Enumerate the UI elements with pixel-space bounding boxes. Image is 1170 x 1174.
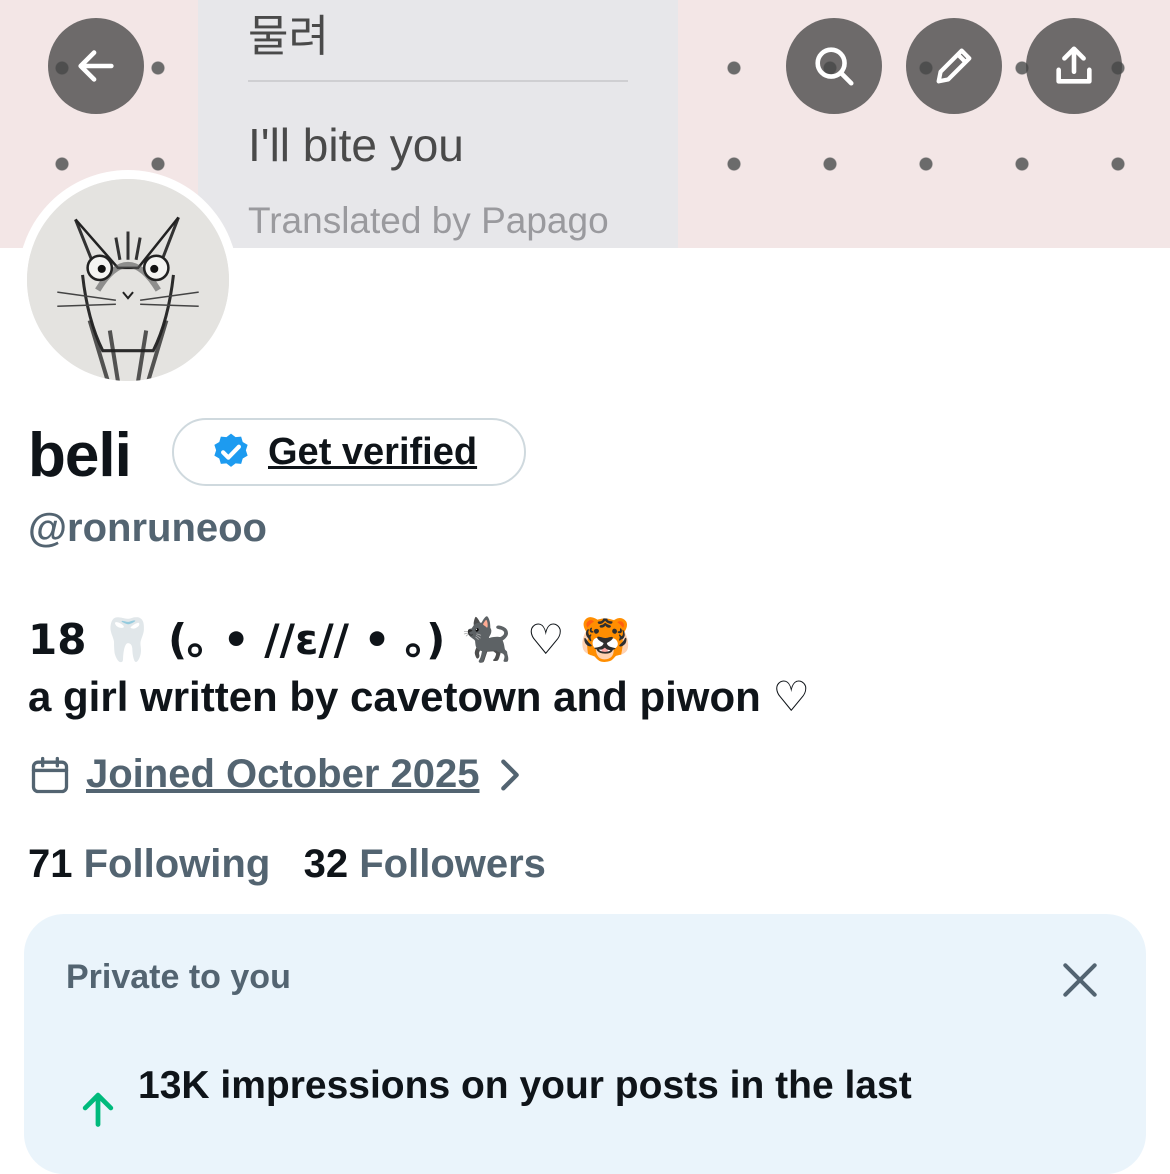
following-count: 71 [28, 842, 73, 886]
share-button[interactable] [1026, 18, 1122, 114]
get-verified-button[interactable]: Get verified [172, 418, 526, 486]
arrow-left-icon [78, 50, 114, 82]
bio-line-1: 18 🦷 (｡ • //ε// • ｡) 🐈‍⬛ ♡ 🐯 [28, 615, 632, 664]
search-icon [815, 47, 854, 86]
verified-badge-icon [214, 433, 248, 467]
avatar-image [27, 179, 229, 381]
chevron-right-icon [501, 759, 520, 790]
banner-credit-text: Translated by Papago [248, 200, 609, 241]
banner-translation-text: I'll bite you [248, 119, 464, 171]
private-card-title: Private to you [66, 958, 291, 996]
back-button[interactable] [48, 18, 144, 114]
calendar-icon [31, 756, 69, 793]
followers-link[interactable]: 32 Followers [304, 842, 546, 886]
pencil-icon [936, 48, 972, 84]
edit-button[interactable] [906, 18, 1002, 114]
avatar[interactable] [18, 170, 238, 390]
followers-label: Followers [359, 842, 546, 886]
banner-screenshot: 물려 I'll bite you Translated by Papago [198, 0, 678, 248]
joined-date-text: Joined October 2025 [86, 752, 480, 796]
bio-line-2: a girl written by cavetown and piwon ♡ [28, 673, 811, 720]
follow-stats: 71 Following 32 Followers [28, 842, 546, 887]
private-insights-card[interactable]: Private to you 13K impressions on your p… [24, 914, 1146, 1174]
banner-divider [248, 80, 628, 82]
joined-date-link[interactable]: Joined October 2025 [28, 752, 527, 797]
arrow-up-icon [82, 1092, 114, 1127]
following-link[interactable]: 71 Following [28, 842, 270, 886]
display-name: beli [28, 421, 132, 490]
followers-count: 32 [303, 842, 349, 886]
cat-sketch-image [27, 179, 229, 381]
user-handle: @ronruneoo [28, 506, 267, 550]
close-icon[interactable] [1058, 958, 1102, 1002]
get-verified-label: Get verified [268, 430, 478, 473]
banner-korean-text: 물려 [248, 11, 329, 62]
share-icon [1056, 46, 1092, 84]
search-button[interactable] [786, 18, 882, 114]
following-label: Following [83, 842, 271, 886]
impressions-text: 13K impressions on your posts in the las… [138, 1064, 912, 1107]
